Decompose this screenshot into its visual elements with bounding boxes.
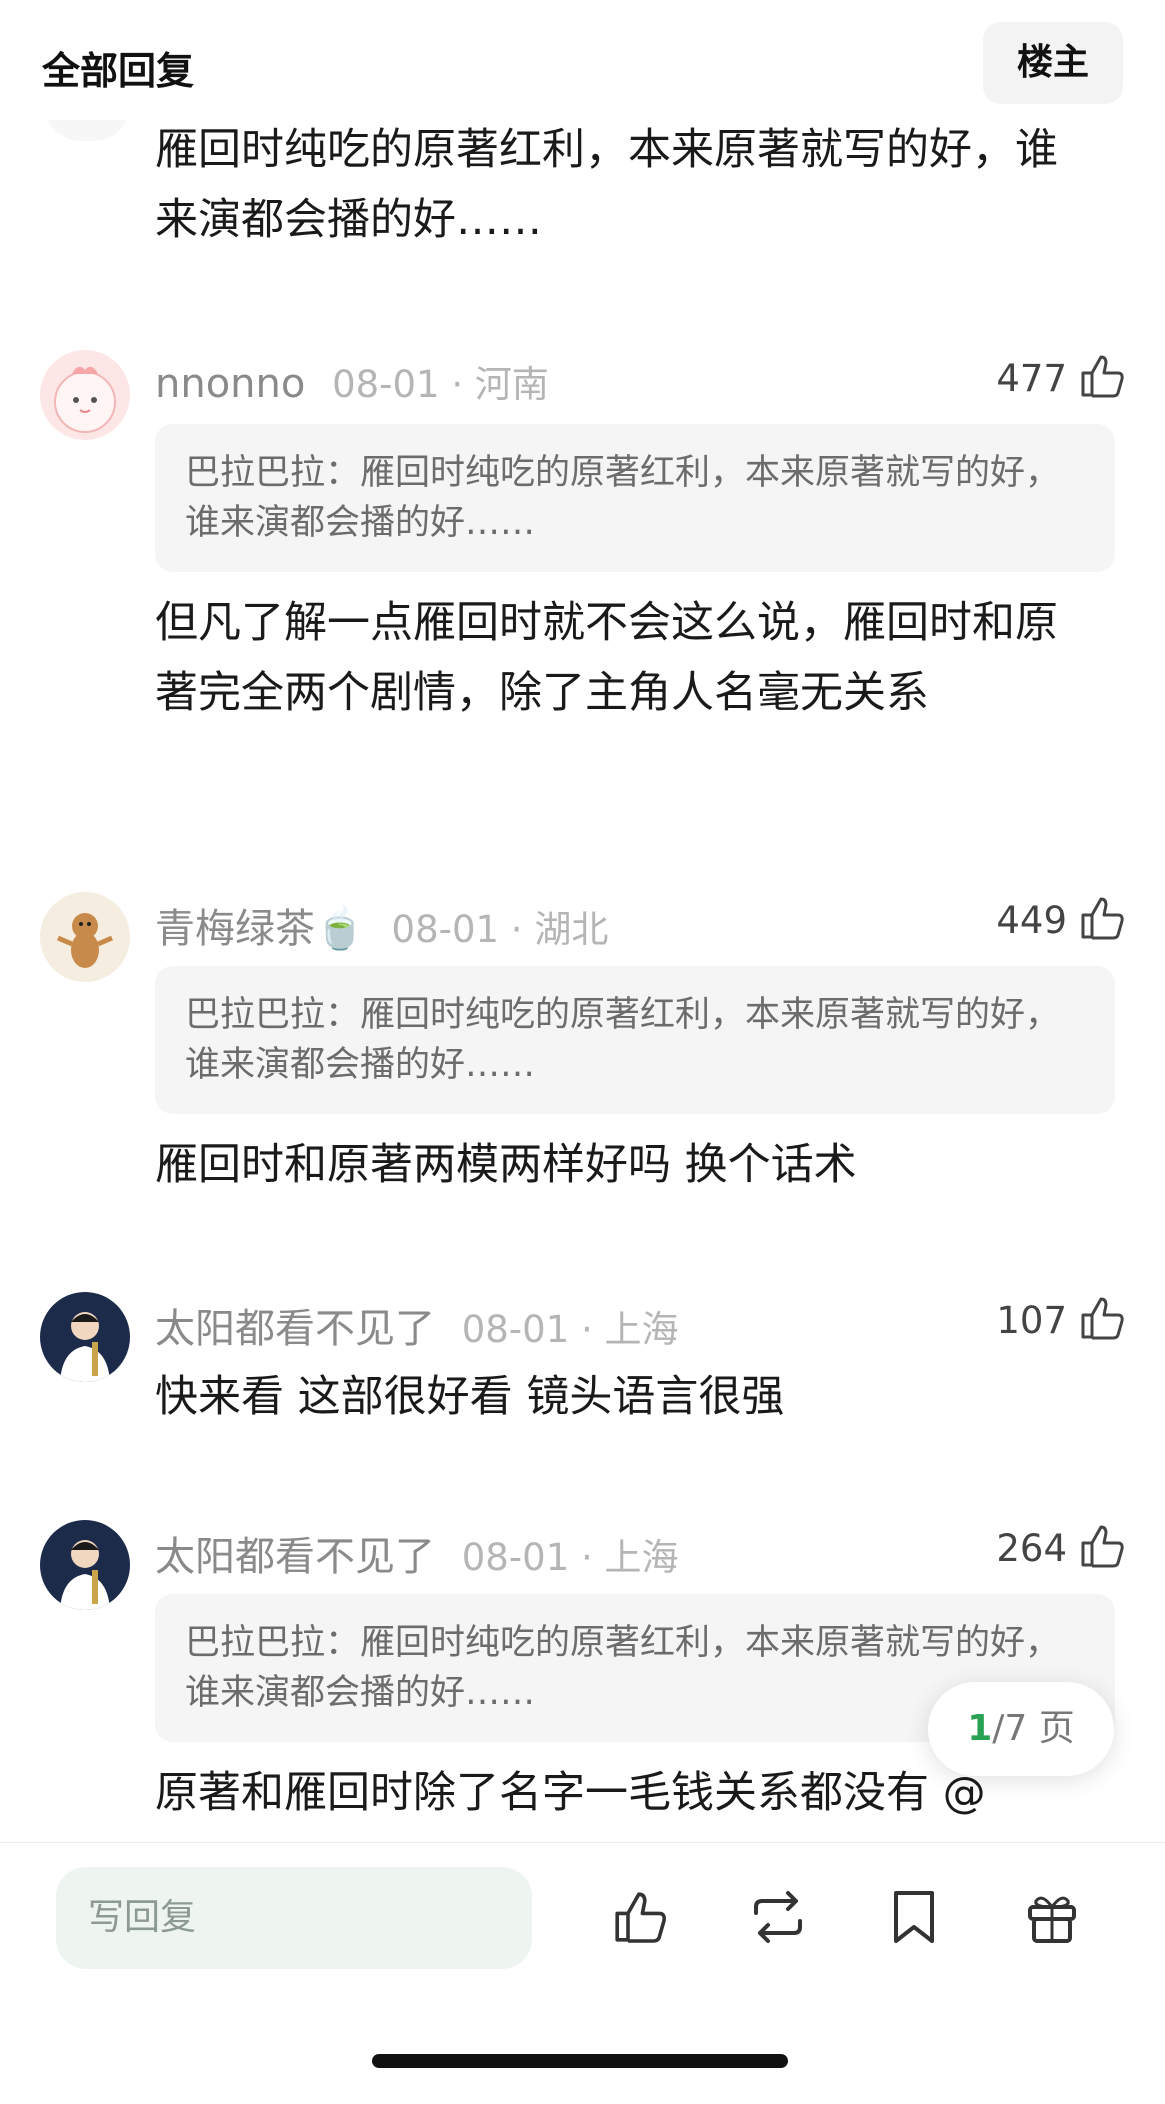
username[interactable]: 太阳都看不见了 xyxy=(155,1534,435,1580)
like-count: 477 xyxy=(996,356,1067,400)
repost-button[interactable] xyxy=(746,1887,810,1951)
comment-text: 但凡了解一点雁回时就不会这么说，雁回时和原著完全两个剧情，除了主角人名毫无关系 xyxy=(155,598,1058,718)
avatar[interactable] xyxy=(40,1520,130,1610)
avatar[interactable] xyxy=(40,1292,130,1382)
current-page: 1 xyxy=(967,1708,993,1749)
comment-text: 快来看 这部很好看 镜头语言很强 xyxy=(155,1372,785,1422)
owner-filter-button[interactable]: 楼主 xyxy=(983,22,1123,104)
comment-meta: 青梅绿茶🍵 08-01 · 湖北 xyxy=(155,896,608,954)
like-count: 107 xyxy=(996,1298,1067,1342)
quoted-reply[interactable]: 巴拉巴拉：雁回时纯吃的原著红利，本来原著就写的好，谁来演都会播的好…… xyxy=(155,424,1115,572)
page-title: 全部回复 xyxy=(42,49,195,93)
thumbs-up-icon xyxy=(1077,893,1127,947)
comment-text: 雁回时和原著两模两样好吗 换个话术 xyxy=(155,1140,857,1190)
quoted-reply[interactable]: 巴拉巴拉：雁回时纯吃的原著红利，本来原著就写的好，谁来演都会播的好…… xyxy=(155,966,1115,1114)
thumbs-up-icon xyxy=(1077,351,1127,405)
username[interactable]: 太阳都看不见了 xyxy=(155,1306,435,1352)
gift-button[interactable] xyxy=(1020,1887,1084,1951)
comment-meta: 太阳都看不见了 08-01 · 上海 xyxy=(155,1524,679,1582)
like-button[interactable]: 477 xyxy=(996,348,1127,408)
like-count: 264 xyxy=(996,1526,1067,1570)
bookmark-icon xyxy=(888,1887,940,1951)
like-count: 449 xyxy=(996,898,1067,942)
like-button[interactable]: 107 xyxy=(996,1290,1127,1350)
repost-icon xyxy=(746,1887,810,1951)
comment-date-location: 08-01 · 湖北 xyxy=(391,908,609,951)
gift-icon xyxy=(1022,1887,1082,1951)
reply-input[interactable]: 写回复 xyxy=(56,1867,532,1969)
like-button[interactable] xyxy=(608,1887,672,1951)
comment-text: 雁回时纯吃的原著红利，本来原著就写的好，谁来演都会播的好…… xyxy=(155,125,1058,245)
thumbs-up-icon xyxy=(1077,1293,1127,1347)
bookmark-button[interactable] xyxy=(882,1887,946,1951)
avatar[interactable] xyxy=(40,350,130,440)
comment-meta: 太阳都看不见了 08-01 · 上海 xyxy=(155,1296,679,1354)
thumbs-up-icon xyxy=(1077,1521,1127,1575)
bottom-action-bar: 写回复 xyxy=(0,1842,1165,2104)
avatar[interactable] xyxy=(40,892,130,982)
username[interactable]: 青梅绿茶🍵 xyxy=(155,906,365,952)
comment-date-location: 08-01 · 河南 xyxy=(332,363,549,406)
comment-date-location: 08-01 · 上海 xyxy=(461,1308,679,1351)
thumbs-up-icon xyxy=(610,1887,670,1951)
username[interactable]: nnonno xyxy=(155,361,305,407)
home-indicator xyxy=(372,2054,788,2068)
page-indicator[interactable]: 1/7 页 xyxy=(928,1682,1114,1776)
comment-meta: nnonno 08-01 · 河南 xyxy=(155,354,549,408)
total-pages: /7 页 xyxy=(992,1708,1075,1749)
comment-date-location: 08-01 · 上海 xyxy=(461,1536,679,1579)
top-bar: 全部回复 楼主 xyxy=(0,0,1165,120)
like-button[interactable]: 264 xyxy=(996,1518,1127,1578)
like-button[interactable]: 449 xyxy=(996,890,1127,950)
